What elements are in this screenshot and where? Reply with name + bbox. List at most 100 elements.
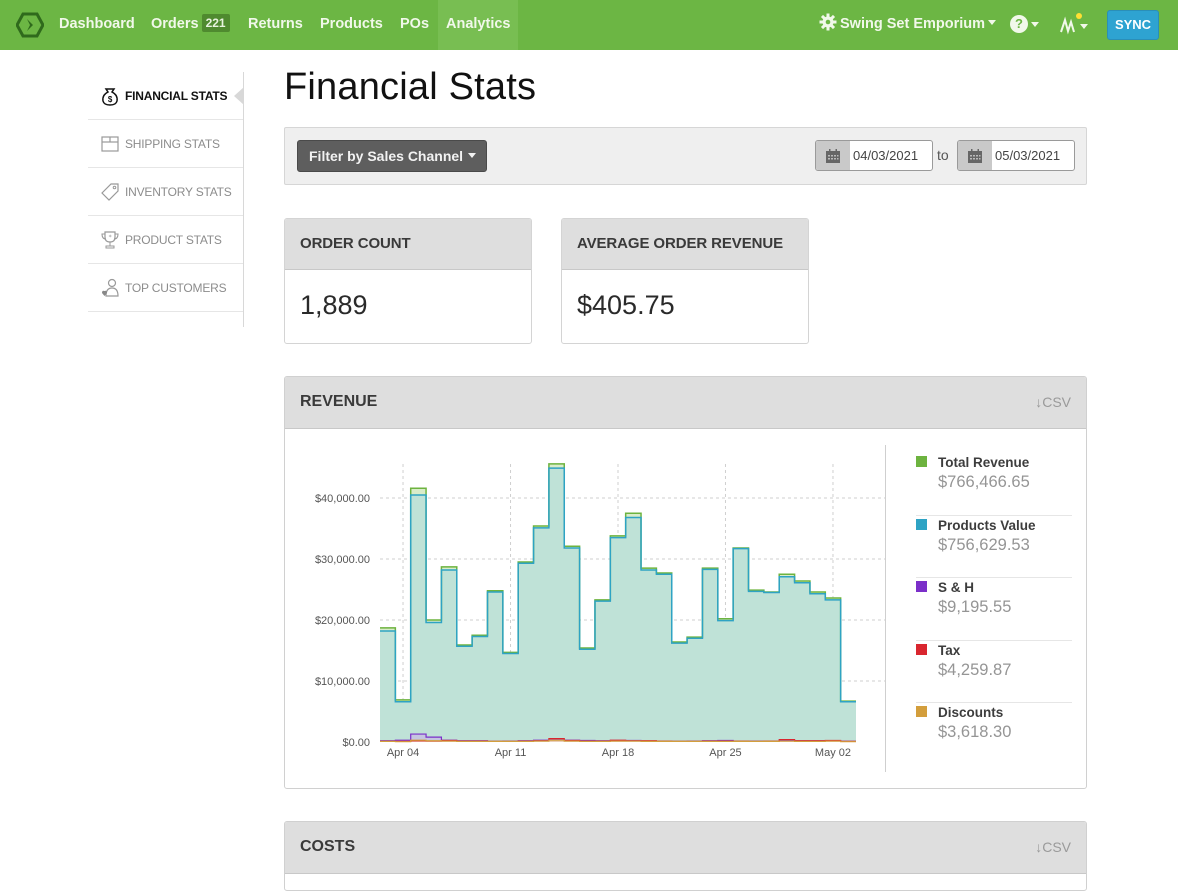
nav-orders-label: Orders: [151, 16, 199, 32]
y-tick-label: $10,000.00: [315, 676, 370, 688]
nav-analytics[interactable]: Analytics: [438, 0, 519, 50]
x-tick-label: Apr 25: [709, 747, 741, 759]
x-tick-label: Apr 18: [602, 747, 634, 759]
legend-item-total-revenue[interactable]: Total Revenue $766,466.65: [916, 453, 1072, 516]
date-to-value: 05/03/2021: [995, 148, 1061, 163]
date-from-value: 04/03/2021: [853, 148, 919, 163]
date-from-field[interactable]: 04/03/2021: [815, 140, 933, 171]
sidebar-item-product-stats[interactable]: * PRODUCT STATS: [88, 216, 244, 264]
sidebar-label: SHIPPING STATS: [125, 136, 220, 151]
money-bag-icon: $: [100, 86, 120, 106]
chevron-down-icon: [988, 20, 997, 25]
legend-item-s-and-h[interactable]: S & H $9,195.55: [916, 578, 1072, 641]
activity-pulse-icon: [1060, 12, 1082, 41]
nav-returns[interactable]: Returns: [248, 0, 303, 50]
legend-amount: $9,195.55: [938, 598, 1012, 616]
legend-amount: $4,259.87: [938, 660, 1012, 679]
gear-icon: [819, 3, 837, 51]
sidebar-item-financial-stats[interactable]: $ FINANCIAL STATS: [88, 72, 244, 120]
legend-name: Total Revenue: [938, 455, 1030, 470]
page-title: Financial Stats: [284, 66, 537, 108]
x-tick-label: Apr 04: [387, 747, 419, 759]
customer-icon: [100, 278, 120, 298]
top-navigation-bar: Dashboard Orders 221 Returns Products POs…: [0, 0, 1178, 50]
orders-count-badge: 221: [201, 14, 230, 32]
trophy-icon: *: [100, 230, 120, 250]
average-order-revenue-value: $405.75: [577, 290, 675, 320]
legend-item-discounts[interactable]: Discounts $3,618.30: [916, 703, 1072, 766]
x-tick-label: May 02: [815, 747, 851, 759]
chevron-down-icon: [468, 153, 477, 158]
sidebar-label: PRODUCT STATS: [125, 232, 222, 247]
series-area-products-value: [380, 468, 856, 742]
date-range-separator: to: [937, 147, 949, 163]
calendar-icon[interactable]: [816, 141, 850, 170]
revenue-title: REVENUE: [300, 393, 378, 410]
chevron-down-icon: [1080, 24, 1088, 29]
revenue-csv-download-button[interactable]: ↓CSV: [1035, 377, 1071, 427]
y-tick-label: $40,000.00: [315, 493, 370, 505]
legend-swatch: [916, 706, 927, 717]
revenue-panel: REVENUE ↓CSV $0.00 $10,000.00 $20,000.00 $3…: [284, 376, 1087, 789]
order-count-label: ORDER COUNT: [285, 219, 531, 270]
sidebar-item-inventory-stats[interactable]: INVENTORY STATS: [88, 168, 244, 216]
legend-item-tax[interactable]: Tax $4,259.87: [916, 641, 1072, 703]
y-tick-label: $20,000.00: [315, 615, 370, 627]
legend-swatch: [916, 581, 927, 592]
legend-swatch: [916, 643, 927, 655]
legend-amount: $756,629.53: [938, 535, 1030, 554]
help-icon: ?: [1010, 15, 1028, 33]
active-item-pointer: [234, 87, 244, 105]
chevron-down-icon: [1031, 21, 1039, 27]
sidebar-item-top-customers[interactable]: TOP CUSTOMERS: [88, 264, 244, 312]
date-to-field[interactable]: 05/03/2021: [957, 140, 1075, 171]
costs-panel-header: COSTS ↓CSV: [285, 822, 1086, 874]
revenue-panel-header: REVENUE ↓CSV: [285, 377, 1086, 429]
svg-text:$: $: [108, 95, 113, 104]
order-count-value: 1,889: [300, 290, 368, 320]
activity-menu[interactable]: [1060, 12, 1088, 41]
legend-amount: $766,466.65: [938, 473, 1030, 491]
nav-orders[interactable]: Orders 221: [151, 0, 230, 50]
calendar-icon[interactable]: [958, 141, 992, 170]
legend-swatch: [916, 456, 927, 467]
average-order-revenue-card: AVERAGE ORDER REVENUE $405.75: [561, 218, 809, 344]
legend-name: S & H: [938, 580, 975, 595]
filter-label: Filter by Sales Channel: [309, 148, 464, 164]
sidebar-item-shipping-stats[interactable]: SHIPPING STATS: [88, 120, 244, 168]
help-menu[interactable]: ?: [1010, 15, 1039, 33]
sidebar-label: FINANCIAL STATS: [125, 88, 228, 103]
svg-text:*: *: [109, 234, 112, 241]
legend-name: Tax: [938, 642, 961, 658]
app-logo-icon[interactable]: [15, 11, 45, 39]
costs-csv-download-button[interactable]: ↓CSV: [1035, 822, 1071, 872]
tag-icon: [100, 182, 120, 202]
box-icon: [100, 134, 120, 154]
nav-products[interactable]: Products: [320, 0, 383, 50]
legend-item-products-value[interactable]: Products Value $756,629.53: [916, 516, 1072, 578]
sidebar-divider: [243, 72, 244, 327]
x-tick-label: Apr 11: [495, 747, 527, 759]
costs-panel: COSTS ↓CSV: [284, 821, 1087, 891]
sync-button[interactable]: SYNC: [1107, 10, 1159, 40]
legend-amount: $3,618.30: [938, 723, 1012, 741]
order-count-card: ORDER COUNT 1,889: [284, 218, 532, 344]
sidebar-label: INVENTORY STATS: [125, 184, 232, 199]
average-order-revenue-label: AVERAGE ORDER REVENUE: [562, 219, 808, 270]
y-tick-label: $0.00: [342, 737, 370, 749]
y-tick-label: $30,000.00: [315, 554, 370, 566]
nav-pos[interactable]: POs: [400, 0, 429, 50]
sidebar-label: TOP CUSTOMERS: [125, 280, 227, 295]
costs-title: COSTS: [300, 838, 356, 855]
nav-dashboard[interactable]: Dashboard: [59, 0, 135, 50]
legend-swatch: [916, 518, 927, 530]
legend-name: Discounts: [938, 705, 1004, 720]
store-menu[interactable]: Swing Set Emporium: [819, 0, 997, 51]
filter-bar: Filter by Sales Channel 04/03/2021 to 05…: [284, 127, 1087, 185]
stats-sidebar: $ FINANCIAL STATS SHIPPING STATS INVENTO…: [88, 72, 244, 312]
filter-by-sales-channel-button[interactable]: Filter by Sales Channel: [297, 140, 487, 172]
legend-name: Products Value: [938, 517, 1036, 533]
revenue-chart: $0.00 $10,000.00 $20,000.00 $30,000.00 $40,0…: [315, 463, 885, 759]
legend-divider: [885, 445, 886, 772]
store-name: Swing Set Emporium: [840, 16, 986, 32]
